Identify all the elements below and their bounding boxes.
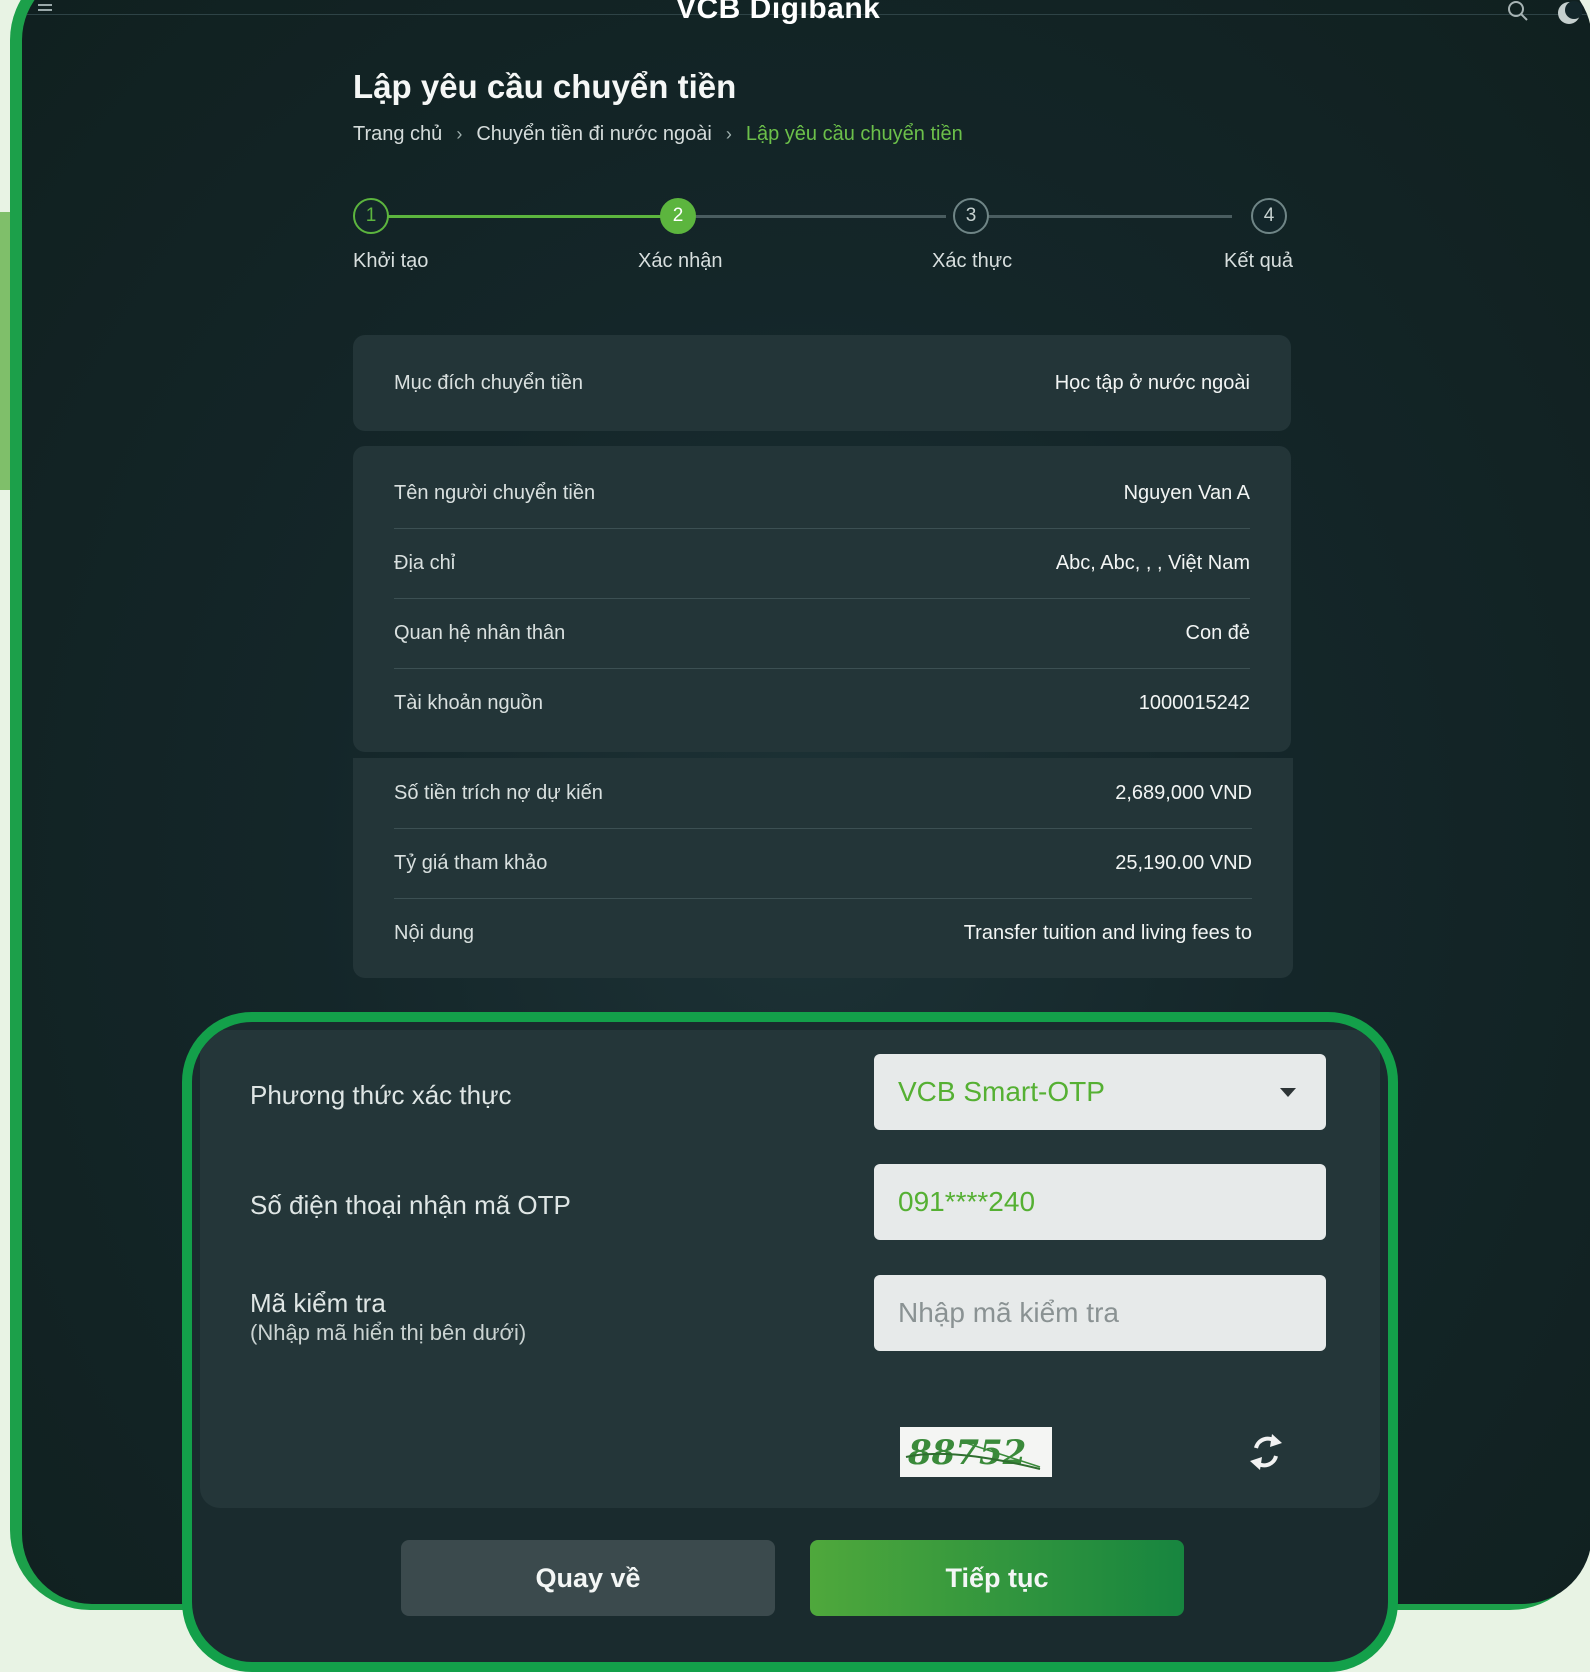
debit-amount-label: Số tiền trích nợ dự kiến	[394, 781, 603, 804]
detail-row: Số tiền trích nợ dự kiến 2,689,000 VND	[394, 758, 1252, 829]
source-account-value: 1000015242	[1138, 691, 1250, 714]
purpose-row: Mục đích chuyển tiền Học tập ở nước ngoà…	[394, 348, 1250, 418]
source-account-label: Tài khoản nguồn	[394, 691, 544, 714]
purpose-label: Mục đích chuyển tiền	[394, 371, 583, 394]
stepper-line	[680, 215, 946, 218]
step-2-label: Xác nhận	[638, 250, 723, 272]
breadcrumb-overseas-transfer[interactable]: Chuyển tiền đi nước ngoài	[476, 123, 712, 146]
search-icon[interactable]	[1507, 0, 1529, 22]
amount-card: Số tiền trích nợ dự kiến 2,689,000 VND T…	[353, 758, 1293, 978]
auth-highlight-frame: Phương thức xác thực VCB Smart-OTP Số đi…	[182, 1012, 1398, 1672]
chevron-down-icon	[1280, 1088, 1296, 1097]
detail-row: Tên người chuyển tiền Nguyen Van A	[394, 458, 1250, 529]
relationship-value: Con đẻ	[1185, 621, 1251, 644]
menu-icon[interactable]	[38, 4, 56, 14]
chevron-right-icon: ›	[725, 124, 732, 144]
step-4-indicator: 4	[1251, 198, 1287, 234]
captcha-label: Mã kiểm tra	[250, 1288, 386, 1318]
exchange-rate-value: 25,190.00 VND	[1115, 851, 1252, 874]
stepper-line	[964, 215, 1232, 218]
brand-logo: VCB Digibank	[676, 0, 881, 25]
step-3-label: Xác thực	[932, 250, 1013, 272]
captcha-text: 88752	[907, 1433, 1026, 1473]
auth-method-label: Phương thức xác thực	[250, 1080, 512, 1110]
back-button[interactable]: Quay về	[401, 1540, 775, 1616]
detail-row: Tài khoản nguồn 1000015242	[394, 668, 1250, 738]
captcha-placeholder: Nhập mã kiểm tra	[898, 1297, 1119, 1328]
detail-row: Địa chỉ Abc, Abc, , , Việt Nam	[394, 528, 1250, 599]
address-label: Địa chỉ	[394, 551, 456, 574]
breadcrumb: Trang chủ › Chuyển tiền đi nước ngoài › …	[353, 123, 963, 146]
sender-card: Tên người chuyển tiền Nguyen Van A Địa c…	[353, 446, 1291, 752]
detail-row: Quan hệ nhân thân Con đẻ	[394, 598, 1250, 669]
detail-row: Tỷ giá tham khảo 25,190.00 VND	[394, 828, 1252, 899]
auth-panel: Phương thức xác thực VCB Smart-OTP Số đi…	[200, 1030, 1380, 1508]
step-1-label: Khởi tạo	[353, 250, 429, 272]
exchange-rate-label: Tỷ giá tham khảo	[394, 851, 548, 874]
captcha-input[interactable]: Nhập mã kiểm tra	[874, 1275, 1326, 1351]
auth-method-select[interactable]: VCB Smart-OTP	[874, 1054, 1326, 1130]
chevron-right-icon: ›	[456, 124, 463, 144]
content-value: Transfer tuition and living fees to	[963, 921, 1252, 944]
captcha-hint: (Nhập mã hiển thị bên dưới)	[250, 1320, 527, 1345]
otp-phone-label: Số điện thoại nhận mã OTP	[250, 1190, 571, 1220]
debit-amount-value: 2,689,000 VND	[1115, 781, 1252, 804]
purpose-card: Mục đích chuyển tiền Học tập ở nước ngoà…	[353, 335, 1291, 431]
address-value: Abc, Abc, , , Việt Nam	[1055, 551, 1250, 574]
page-title: Lập yêu cầu chuyển tiền	[353, 68, 737, 105]
breadcrumb-current: Lập yêu cầu chuyển tiền	[745, 123, 963, 145]
otp-phone-value: 091****240	[898, 1186, 1036, 1217]
purpose-value: Học tập ở nước ngoài	[1054, 371, 1250, 394]
relationship-label: Quan hệ nhân thân	[394, 621, 566, 644]
sender-name-value: Nguyen Van A	[1123, 481, 1250, 504]
step-2-indicator: 2	[660, 198, 696, 234]
stepper-line-done	[372, 215, 662, 218]
detail-row: Nội dung Transfer tuition and living fee…	[394, 898, 1252, 968]
step-3-indicator: 3	[953, 198, 989, 234]
step-4-label: Kết quả	[1224, 250, 1293, 272]
refresh-icon[interactable]	[1248, 1430, 1284, 1474]
otp-phone-field[interactable]: 091****240	[874, 1164, 1326, 1240]
top-bar: VCB Digibank	[22, 0, 1590, 25]
continue-button[interactable]: Tiếp tục	[810, 1540, 1184, 1616]
content-label: Nội dung	[394, 921, 475, 944]
breadcrumb-home[interactable]: Trang chủ	[353, 123, 442, 146]
sender-name-label: Tên người chuyển tiền	[394, 481, 596, 504]
auth-method-value: VCB Smart-OTP	[898, 1076, 1105, 1107]
step-1-indicator: 1	[353, 198, 389, 234]
dark-mode-icon[interactable]	[1556, 0, 1582, 26]
captcha-image: 88752	[900, 1427, 1052, 1477]
